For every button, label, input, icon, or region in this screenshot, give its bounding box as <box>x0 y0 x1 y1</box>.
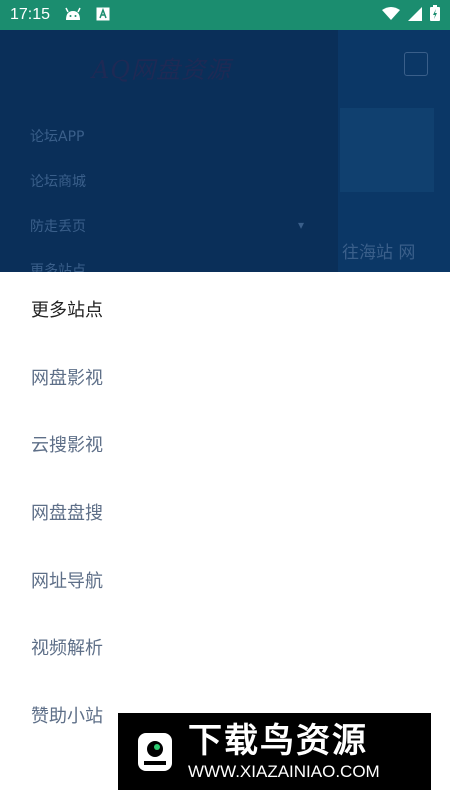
chevron-down-icon: ▾ <box>298 218 305 232</box>
drawer-item-more-sites: 更多站点 <box>30 263 86 272</box>
menu-item-netdisk-search[interactable]: 网盘盘搜 <box>31 499 103 525</box>
sheet-title: 更多站点 <box>31 300 103 321</box>
bird-logo-icon <box>132 729 178 775</box>
status-bar: 17:15 <box>0 0 450 30</box>
menu-item-url-navigation[interactable]: 网址导航 <box>31 567 103 593</box>
background-app: AQ网盘资源 论坛APP 论坛商城 防走丢页 ▾ 更多站点 往海站 网 <box>0 30 450 272</box>
menu-item-sponsor[interactable]: 赞助小站 <box>31 702 103 728</box>
drawer-item-forum-mall: 论坛商城 <box>30 174 86 190</box>
wifi-icon <box>382 6 400 25</box>
watermark-text: 下载鸟资源 WWW.XIAZAINIAO.COM <box>188 721 380 783</box>
android-icon <box>64 6 82 25</box>
content-card <box>340 108 434 192</box>
menu-icon <box>404 52 428 76</box>
status-icons <box>382 5 440 25</box>
watermark-banner: 下载鸟资源 WWW.XIAZAINIAO.COM <box>118 713 431 790</box>
content-text: 往海站 网 <box>342 243 416 263</box>
navigation-drawer: AQ网盘资源 论坛APP 论坛商城 防走丢页 ▾ 更多站点 <box>0 30 338 272</box>
watermark-url: WWW.XIAZAINIAO.COM <box>188 761 380 781</box>
drawer-item-forum-app: 论坛APP <box>30 129 85 145</box>
app-logo: AQ网盘资源 <box>92 56 232 84</box>
battery-icon <box>430 5 440 25</box>
watermark-title: 下载鸟资源 <box>188 720 368 761</box>
drawer-item-anti-lost: 防走丢页 <box>30 219 86 235</box>
a-notification-icon <box>96 6 110 25</box>
status-time: 17:15 <box>10 6 51 23</box>
menu-item-netdisk-video[interactable]: 网盘影视 <box>31 364 103 390</box>
menu-item-cloud-search-video[interactable]: 云搜影视 <box>31 431 103 457</box>
signal-icon <box>408 6 422 25</box>
menu-item-video-parse[interactable]: 视频解析 <box>31 634 103 660</box>
